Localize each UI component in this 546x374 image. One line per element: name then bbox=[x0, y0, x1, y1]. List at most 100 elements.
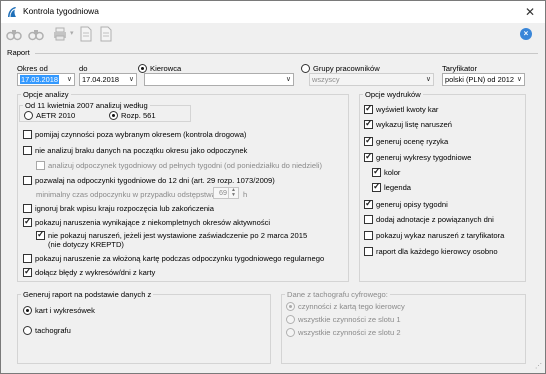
o4a-label: kolor bbox=[384, 168, 401, 177]
print-icon[interactable] bbox=[52, 26, 68, 42]
opcje-wydrukow-title: Opcje wydruków bbox=[363, 90, 423, 99]
app-logo-icon bbox=[8, 7, 16, 18]
o8-checkbox[interactable] bbox=[364, 247, 373, 256]
o7-label: pokazuj wykaz naruszeń z taryfikatora bbox=[376, 231, 505, 240]
o4b-label: legenda bbox=[384, 183, 412, 192]
opt1-label: pomijaj czynności poza wybranym okresem … bbox=[35, 130, 247, 139]
opt7-label-line2: (nie dotyczy KREPTD) bbox=[48, 240, 124, 249]
o3-label: generuj ocenę ryzyka bbox=[376, 137, 449, 146]
opt8-label: pokazuj naruszenie za włożoną kartę podc… bbox=[35, 254, 325, 263]
opt6-checkbox[interactable] bbox=[23, 216, 32, 227]
close-icon[interactable]: ✕ bbox=[520, 3, 540, 21]
o4-checkbox[interactable] bbox=[364, 151, 373, 162]
opt6-label: pokazuj naruszenia wynikające z niekompl… bbox=[35, 218, 271, 227]
grupy-value: wszyscy bbox=[312, 75, 340, 84]
o8-label: raport dla każdego kierowcy osobno bbox=[376, 247, 498, 256]
kierowca-radio[interactable] bbox=[138, 64, 147, 73]
taryfikator-value: polski (PLN) od 2012 bbox=[445, 75, 515, 84]
grupy-radio[interactable] bbox=[301, 64, 310, 73]
document-icon[interactable] bbox=[79, 26, 93, 42]
grupy-select[interactable]: wszyscy ∨ bbox=[309, 73, 434, 86]
chevron-down-icon[interactable]: ∨ bbox=[517, 74, 522, 85]
binoculars-icon[interactable] bbox=[6, 26, 22, 42]
kierowca-select[interactable]: ∨ bbox=[144, 73, 294, 86]
slot1-radio[interactable] bbox=[286, 315, 295, 324]
okres-od-label: Okres od bbox=[17, 64, 48, 73]
do-label: do bbox=[79, 64, 88, 73]
date-to-value: 17.04.2018 bbox=[82, 75, 119, 84]
chevron-down-icon[interactable]: ∨ bbox=[426, 74, 431, 85]
generuj-title: Generuj raport na podstawie danych z bbox=[21, 290, 154, 299]
min-czas-spinner[interactable]: 69 ▲ ▼ bbox=[213, 187, 239, 199]
opt3-label: analizuj odpoczynek tygodniowy od pełnyc… bbox=[48, 161, 322, 170]
czynnosci-karta-radio[interactable] bbox=[286, 302, 295, 311]
min-czas-unit: h bbox=[243, 190, 248, 199]
o2-checkbox[interactable] bbox=[364, 118, 373, 129]
slot1-label: wszystkie czynności ze slotu 1 bbox=[298, 315, 401, 324]
resize-grip-icon[interactable]: ⋰ bbox=[535, 362, 542, 370]
tachograf-radio[interactable] bbox=[23, 326, 32, 335]
opt1-checkbox[interactable] bbox=[23, 130, 32, 139]
dropdown-arrow-icon[interactable]: ▾ bbox=[70, 26, 74, 42]
opcje-analizy-title: Opcje analizy bbox=[21, 90, 71, 99]
aetr-radio[interactable] bbox=[24, 111, 33, 120]
opt4-checkbox[interactable] bbox=[23, 176, 32, 185]
opt5-checkbox[interactable] bbox=[23, 204, 32, 213]
opt9-label: dołącz błędy z wykresów/dni z karty bbox=[35, 268, 156, 277]
o5-label: generuj opisy tygodni bbox=[376, 200, 448, 209]
date-from-value: 17.03.2018 bbox=[20, 75, 59, 84]
slot2-label: wszystkie czynności ze slotu 2 bbox=[298, 328, 401, 337]
spinner-arrows-icon[interactable]: ▲ ▼ bbox=[228, 188, 238, 198]
chevron-down-icon[interactable]: ∨ bbox=[67, 74, 72, 85]
opt2-checkbox[interactable] bbox=[23, 146, 32, 155]
o4a-checkbox[interactable] bbox=[372, 166, 381, 177]
o6-label: dodaj adnotacje z powiązanych dni bbox=[376, 215, 494, 224]
o6-checkbox[interactable] bbox=[364, 215, 373, 224]
title-bar: Kontrola tygodniowa ✕ bbox=[1, 1, 545, 23]
tachograf-label: tachografu bbox=[35, 326, 71, 335]
window-title: Kontrola tygodniowa bbox=[23, 6, 99, 16]
opt7-checkbox[interactable] bbox=[36, 229, 45, 240]
date-from-field[interactable]: 17.03.2018 ∨ bbox=[17, 73, 75, 86]
help-icon[interactable]: × bbox=[520, 28, 532, 40]
karty-radio[interactable] bbox=[23, 306, 32, 315]
o5-checkbox[interactable] bbox=[364, 198, 373, 209]
o4-label: generuj wykresy tygodniowe bbox=[376, 153, 472, 162]
dialog-window: Kontrola tygodniowa ✕ ▾ × Raport Okres o… bbox=[0, 0, 546, 374]
o3-checkbox[interactable] bbox=[364, 135, 373, 146]
raport-separator bbox=[35, 53, 538, 54]
kierowca-label: Kierowca bbox=[150, 64, 182, 73]
opt8-checkbox[interactable] bbox=[23, 254, 32, 263]
chevron-down-icon[interactable]: ∨ bbox=[286, 74, 291, 85]
czynnosci-karta-label: czynności z kartą tego kierowcy bbox=[298, 302, 405, 311]
karty-label: kart i wykresówek bbox=[35, 306, 95, 315]
tachograf-cyfrowy-title: Dane z tachografu cyfrowego: bbox=[285, 290, 390, 299]
opt9-checkbox[interactable] bbox=[23, 266, 32, 277]
opt4-label: pozwalaj na odpoczynki tygodniowe do 12 … bbox=[35, 176, 275, 185]
od-11-kwietnia-title: Od 11 kwietnia 2007 analizuj według bbox=[23, 101, 150, 110]
min-czas-value: 69 bbox=[219, 188, 227, 197]
o2-label: wykazuj listę naruszeń bbox=[376, 120, 452, 129]
rozp-radio[interactable] bbox=[109, 111, 118, 120]
rozp-label: Rozp. 561 bbox=[121, 111, 156, 120]
o1-label: wyświetl kwoty kar bbox=[376, 105, 439, 114]
document-icon[interactable] bbox=[99, 26, 113, 42]
toolbar: ▾ bbox=[1, 24, 545, 46]
o1-checkbox[interactable] bbox=[364, 103, 373, 114]
raport-header: Raport bbox=[7, 48, 30, 57]
date-to-field[interactable]: 17.04.2018 ∨ bbox=[79, 73, 137, 86]
grupy-label: Grupy pracowników bbox=[313, 64, 380, 73]
slot2-radio[interactable] bbox=[286, 328, 295, 337]
o4b-checkbox[interactable] bbox=[372, 181, 381, 192]
min-czas-label: minimalny czas odpoczynku w przypadku od… bbox=[36, 190, 216, 199]
binoculars-icon[interactable] bbox=[28, 26, 44, 42]
taryfikator-label: Taryfikator bbox=[442, 64, 478, 73]
opt2-label: nie analizuj braku danych na początku ok… bbox=[35, 146, 248, 155]
opt3-checkbox[interactable] bbox=[36, 161, 45, 170]
opt7-label-line1: nie pokazuj naruszeń, jeżeli jest wystaw… bbox=[48, 231, 308, 240]
chevron-down-icon[interactable]: ∨ bbox=[129, 74, 134, 85]
o7-checkbox[interactable] bbox=[364, 231, 373, 240]
opt5-label: ignoruj brak wpisu kraju rozpoczęcia lub… bbox=[35, 204, 214, 213]
taryfikator-select[interactable]: polski (PLN) od 2012 ∨ bbox=[442, 73, 525, 86]
aetr-label: AETR 2010 bbox=[36, 111, 76, 120]
